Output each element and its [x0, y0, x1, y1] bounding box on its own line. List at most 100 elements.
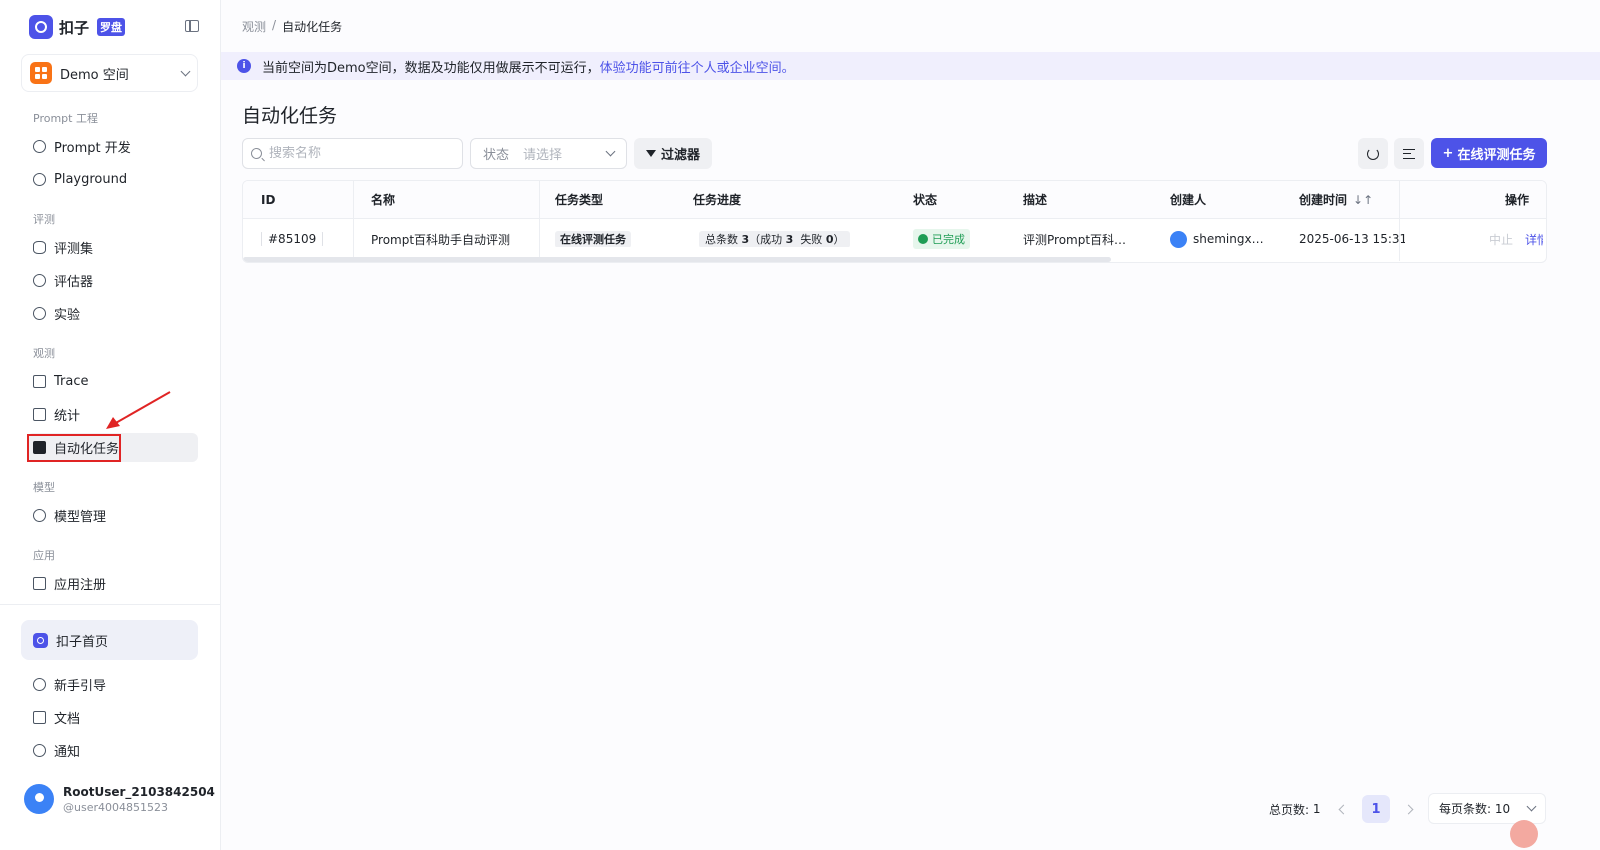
breadcrumb-separator: /	[272, 18, 277, 32]
nav-group-prompt: Prompt 工程	[33, 112, 98, 125]
task-type-tag: 在线评测任务	[555, 231, 631, 247]
detail-link[interactable]: 详情	[1525, 233, 1543, 247]
page-size-label: 每页条数: 10	[1439, 800, 1528, 817]
filter-label: 过滤器	[660, 148, 700, 163]
search-input[interactable]	[269, 146, 449, 161]
annotation-highlight-box	[27, 434, 121, 462]
sidebar-item-eval-set[interactable]: 评测集	[27, 233, 198, 262]
sidebar-item-model-manage[interactable]: 模型管理	[27, 501, 198, 530]
cell-name: Prompt百科助手自动评测	[371, 232, 511, 247]
refresh-icon	[1367, 147, 1379, 160]
search-icon	[251, 148, 262, 159]
progress-success-label: （成功	[749, 233, 783, 246]
demo-notice-banner: i 当前空间为Demo空间，数据及功能仅用做展示不可运行， 体验功能可前往个人或…	[221, 52, 1600, 80]
sidebar-divider	[0, 604, 220, 605]
task-table: ID 名称 任务类型 任务进度 状态 描述 创建人 创建时间 ↓↑ 操作 #851…	[242, 180, 1547, 263]
sidebar-item-experiment[interactable]: 实验	[27, 299, 198, 328]
bulb-icon	[33, 274, 46, 287]
horizontal-scrollbar[interactable]	[243, 257, 1111, 262]
avatar	[1170, 230, 1187, 248]
sidebar-collapse-icon[interactable]	[185, 20, 199, 32]
progress-total: 3	[741, 233, 750, 246]
coze-home-button[interactable]: 扣子首页	[21, 620, 198, 660]
sidebar-item-notify[interactable]: 通知	[27, 736, 198, 765]
chat-icon	[33, 140, 46, 153]
status-select[interactable]: 状态 请选择	[470, 138, 627, 169]
cell-time: 2025-06-13 15:31:0	[1299, 232, 1405, 246]
page-size-select[interactable]: 每页条数: 10	[1428, 793, 1546, 824]
sidebar-item-label: 应用注册	[54, 578, 107, 593]
user-profile[interactable]: RootUser_2103842504 @user4004851523	[24, 784, 215, 814]
trace-icon	[33, 375, 46, 388]
assistant-float-icon[interactable]	[1510, 820, 1538, 848]
header-desc: 描述	[1023, 193, 1048, 207]
pagination: 总页数: 1	[1269, 794, 1321, 824]
header-time-label: 创建时间	[1299, 193, 1348, 207]
database-icon	[33, 241, 46, 254]
cell-ops: 中止详情···	[1443, 231, 1543, 248]
info-icon: i	[237, 59, 251, 73]
table-row[interactable]: #85109 Prompt百科助手自动评测 在线评测任务 总条数 3（成功 3 …	[243, 219, 1546, 259]
cell-id: #85109	[261, 232, 324, 246]
stop-button[interactable]: 中止	[1489, 233, 1513, 247]
create-button-label: 在线评测任务	[1457, 147, 1536, 163]
header-type: 任务类型	[555, 193, 604, 207]
sidebar-item-docs[interactable]: 文档	[27, 703, 198, 732]
notice-link[interactable]: 体验功能可前往个人或企业空间。	[600, 57, 795, 76]
sidebar-item-label: 评估器	[54, 275, 94, 290]
header-name: 名称	[371, 193, 396, 207]
nav-group-app: 应用	[33, 549, 55, 562]
refresh-button[interactable]	[1358, 138, 1388, 169]
funnel-icon	[645, 150, 656, 157]
annotation-arrow-icon	[106, 391, 171, 429]
sidebar-item-prompt-dev[interactable]: Prompt 开发	[27, 132, 198, 161]
header-creator: 创建人	[1170, 193, 1207, 207]
status-badge: 已完成	[913, 229, 970, 249]
column-settings-button[interactable]	[1394, 138, 1424, 169]
sidebar-item-label: Playground	[54, 172, 128, 187]
chevron-down-icon	[180, 66, 191, 76]
main-content: 观测 / 自动化任务 i 当前空间为Demo空间，数据及功能仅用做展示不可运行，…	[221, 0, 1600, 850]
user-name: RootUser_2103842504	[63, 784, 215, 799]
sidebar-item-app-register[interactable]: 应用注册	[27, 569, 198, 598]
header-time[interactable]: 创建时间 ↓↑	[1299, 191, 1405, 208]
column-settings-icon	[1403, 148, 1415, 159]
chevron-down-icon	[1526, 801, 1537, 812]
home-label: 扣子首页	[56, 634, 109, 650]
header-ops: 操作	[1504, 193, 1529, 207]
chevron-left-icon	[1338, 804, 1349, 814]
filter-button[interactable]: 过滤器	[634, 138, 712, 169]
page-1-button[interactable]: 1	[1362, 794, 1390, 824]
box-icon	[33, 577, 46, 590]
chart-icon	[33, 408, 46, 421]
breadcrumb-parent[interactable]: 观测	[242, 18, 266, 35]
brand-logo[interactable]: 扣子 罗盘	[29, 14, 126, 40]
coze-logo-icon	[33, 632, 48, 648]
chevron-down-icon	[605, 146, 616, 157]
sidebar-item-label: 评测集	[54, 242, 94, 257]
next-page-button[interactable]	[1403, 794, 1414, 824]
status-text: 已完成	[932, 233, 965, 246]
sort-icon[interactable]: ↓↑	[1353, 193, 1373, 207]
prev-page-button[interactable]	[1338, 794, 1349, 824]
task-id-tag[interactable]: #85109	[261, 232, 324, 246]
brand-name: 扣子	[59, 18, 90, 37]
breadcrumb: 观测 / 自动化任务	[242, 18, 342, 35]
sidebar-item-label: 实验	[54, 308, 81, 323]
cell-creator: shemingx…	[1170, 230, 1280, 248]
sidebar-item-evaluator[interactable]: 评估器	[27, 266, 198, 295]
nav-group-observe: 观测	[33, 347, 55, 360]
avatar	[24, 784, 54, 814]
chevron-right-icon	[1403, 804, 1414, 814]
sidebar-item-playground[interactable]: Playground	[27, 165, 198, 194]
sidebar-item-guide[interactable]: 新手引导	[27, 670, 198, 699]
current-page[interactable]: 1	[1362, 795, 1390, 823]
search-box[interactable]	[242, 138, 463, 169]
create-online-eval-task-button[interactable]: + 在线评测任务	[1431, 138, 1547, 168]
table-header: ID 名称 任务类型 任务进度 状态 描述 创建人 创建时间 ↓↑ 操作	[243, 181, 1546, 219]
space-selector[interactable]: Demo 空间	[21, 54, 198, 92]
gauge-icon	[33, 307, 46, 320]
cell-desc: 评测Prompt百科…	[1023, 232, 1127, 247]
space-name: Demo 空间	[60, 67, 129, 83]
plus-icon: +	[1442, 145, 1454, 161]
